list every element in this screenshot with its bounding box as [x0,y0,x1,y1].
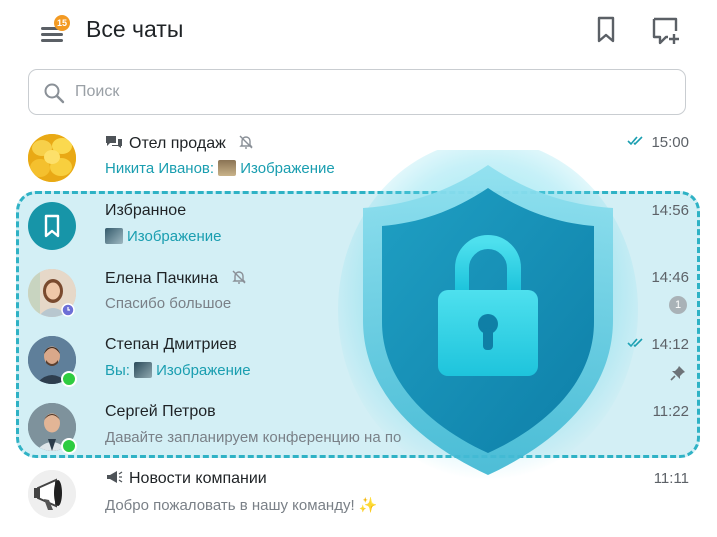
chat-name: Елена Пачкина [105,269,247,288]
avatar [28,202,76,250]
chat-name: Отел продаж [105,134,254,153]
megaphone-icon [28,470,76,518]
page-title: Все чаты [86,16,184,42]
chat-preview: Спасибо большое [105,295,232,312]
chat-group-icon [106,136,122,148]
mute-icon [231,270,246,284]
chat-preview: Вы: Изображение [105,362,251,379]
chat-time: 14:46 [651,269,689,286]
chat-row-favorites[interactable]: Избранное Изображение 14:56 [0,202,717,268]
app-frame: 15 Все чаты Поиск Отел продаж Никита Ива… [0,0,717,537]
chat-name: Степан Дмитриев [105,336,237,353]
chat-preview: Изображение [105,228,222,245]
clock-icon [61,303,75,317]
chat-preview: Никита Иванов: Изображение [105,160,335,177]
chat-row-news[interactable]: Новости компании Добро пожаловать в нашу… [0,470,717,536]
chat-name: Сергей Петров [105,403,216,420]
online-indicator [61,371,77,387]
image-thumbnail [218,160,237,176]
new-chat-icon [652,17,679,45]
header: 15 Все чаты [0,0,717,64]
avatar [28,470,76,518]
chat-name: Новости компании [105,470,267,488]
chat-preview: Добро пожаловать в нашу команду! ✨ [105,497,378,514]
chat-row-stepan[interactable]: Степан Дмитриев Вы: Изображение 14:12 [0,336,717,402]
menu-button[interactable]: 15 [38,15,72,48]
chat-time: 14:56 [651,202,689,219]
bookmark-icon [597,16,615,43]
unread-badge: 1 [669,296,687,314]
search-input[interactable] [75,80,635,104]
mute-icon [239,135,253,149]
chat-time: 14:12 [627,336,689,353]
megaphone-icon [107,471,123,483]
search-icon [44,83,65,104]
chat-name: Избранное [105,202,187,219]
new-chat-button[interactable] [650,15,680,47]
online-indicator [61,438,77,454]
chat-time: 11:22 [652,403,689,420]
bookmark-icon [44,214,60,238]
avatar [28,134,76,182]
search-box[interactable] [28,69,686,115]
double-check-icon [627,338,644,348]
chat-time: 15:00 [627,134,689,151]
image-thumbnail [134,362,153,378]
chat-row-sergey[interactable]: Сергей Петров Давайте запланируем конфер… [0,403,717,469]
chat-time: 11:11 [653,470,689,487]
double-check-icon [627,136,644,146]
pin-icon [670,366,685,381]
chat-row-elena[interactable]: Елена Пачкина Спасибо большое 14:46 1 [0,269,717,335]
menu-badge: 15 [54,15,70,31]
bookmark-button[interactable] [594,15,624,47]
chat-preview: Давайте запланируем конференцию на по [105,429,402,446]
image-thumbnail [105,228,123,244]
